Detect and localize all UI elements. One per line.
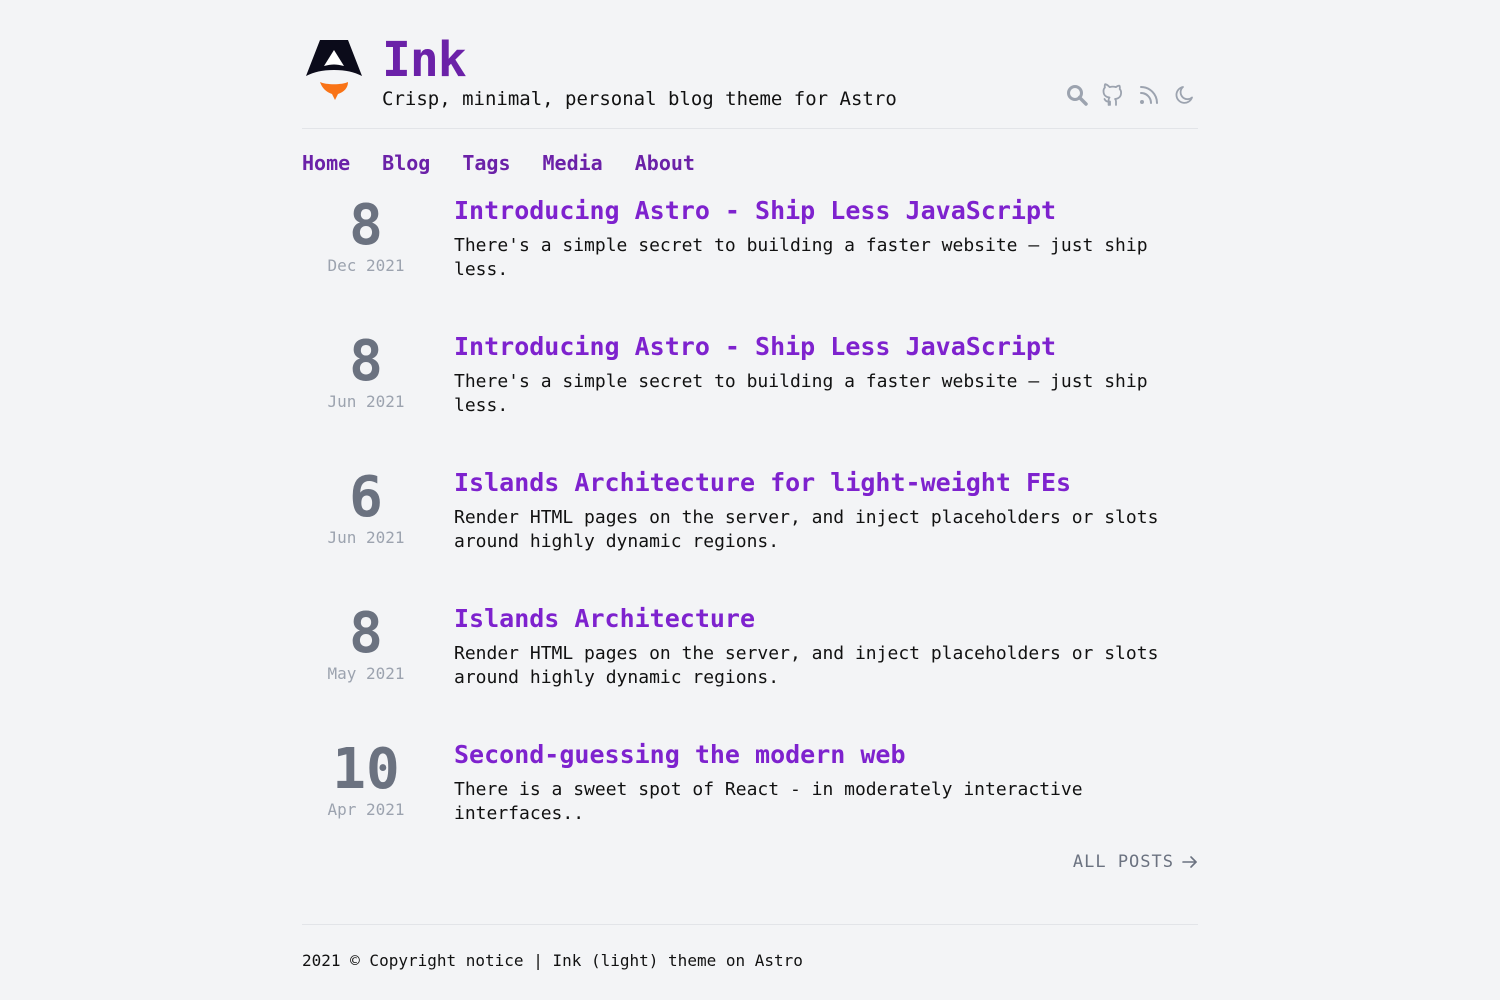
post-date: 6 Jun 2021 <box>302 465 430 548</box>
nav-item-media[interactable]: Media <box>543 149 603 177</box>
nav-links: Home Blog Tags Media About <box>302 149 695 177</box>
post-day: 8 <box>349 601 383 666</box>
post-day: 8 <box>349 193 383 258</box>
post-title-link[interactable]: Second-guessing the modern web <box>454 740 1174 770</box>
post-body: Islands Architecture for light-weight FE… <box>454 468 1174 554</box>
post-body: Second-guessing the modern web There is … <box>454 740 1174 826</box>
site-tagline: Crisp, minimal, personal blog theme for … <box>382 88 897 110</box>
post-day: 8 <box>349 329 383 394</box>
post-month-year: Jun 2021 <box>327 528 405 547</box>
post-item: 8 May 2021 Islands Architecture Render H… <box>302 601 1198 743</box>
post-list: 8 Dec 2021 Introducing Astro - Ship Less… <box>302 193 1198 879</box>
post-title-link[interactable]: Islands Architecture for light-weight FE… <box>454 468 1174 498</box>
nav-item-about[interactable]: About <box>635 149 695 177</box>
site-header: Ink Crisp, minimal, personal blog theme … <box>302 0 1198 129</box>
post-description: Render HTML pages on the server, and inj… <box>454 507 1159 552</box>
main-nav: Home Blog Tags Media About <box>302 129 1198 199</box>
rss-icon[interactable] <box>1136 82 1162 108</box>
post-day: 6 <box>349 465 383 530</box>
all-posts-link[interactable]: ALL POSTS <box>1073 852 1198 872</box>
post-date: 8 Dec 2021 <box>302 193 430 276</box>
post-date: 10 Apr 2021 <box>302 737 430 820</box>
post-body: Introducing Astro - Ship Less JavaScript… <box>454 196 1174 282</box>
arrow-right-icon <box>1182 856 1197 868</box>
post-day: 10 <box>332 737 400 802</box>
post-month-year: May 2021 <box>327 664 405 683</box>
post-item: 10 Apr 2021 Second-guessing the modern w… <box>302 737 1198 879</box>
github-icon[interactable] <box>1100 82 1126 108</box>
moon-icon[interactable] <box>1172 82 1198 108</box>
nav-item-tags[interactable]: Tags <box>462 149 510 177</box>
post-description: There is a sweet spot of React - in mode… <box>454 779 1083 824</box>
site-title[interactable]: Ink <box>382 30 467 90</box>
search-icon[interactable] <box>1064 82 1090 108</box>
post-body: Introducing Astro - Ship Less JavaScript… <box>454 332 1174 418</box>
post-month-year: Dec 2021 <box>327 256 405 275</box>
post-body: Islands Architecture Render HTML pages o… <box>454 604 1174 690</box>
post-description: There's a simple secret to building a fa… <box>454 235 1148 280</box>
post-item: 6 Jun 2021 Islands Architecture for ligh… <box>302 465 1198 607</box>
site-footer: 2021 © Copyright notice | Ink (light) th… <box>302 924 1198 970</box>
post-description: There's a simple secret to building a fa… <box>454 371 1148 416</box>
all-posts-label: ALL POSTS <box>1072 852 1174 872</box>
nav-item-blog[interactable]: Blog <box>382 149 430 177</box>
header-icons <box>1064 82 1198 108</box>
footer-text: 2021 © Copyright notice | Ink (light) th… <box>302 951 803 970</box>
post-date: 8 May 2021 <box>302 601 430 684</box>
astro-logo-icon[interactable] <box>304 36 364 102</box>
post-date: 8 Jun 2021 <box>302 329 430 412</box>
post-item: 8 Jun 2021 Introducing Astro - Ship Less… <box>302 329 1198 471</box>
post-description: Render HTML pages on the server, and inj… <box>454 643 1159 688</box>
post-month-year: Apr 2021 <box>327 800 405 819</box>
post-title-link[interactable]: Islands Architecture <box>454 604 1174 634</box>
page-container: Ink Crisp, minimal, personal blog theme … <box>302 0 1198 970</box>
post-item: 8 Dec 2021 Introducing Astro - Ship Less… <box>302 193 1198 335</box>
nav-item-home[interactable]: Home <box>302 149 350 177</box>
post-title-link[interactable]: Introducing Astro - Ship Less JavaScript <box>454 332 1174 362</box>
post-month-year: Jun 2021 <box>327 392 405 411</box>
post-title-link[interactable]: Introducing Astro - Ship Less JavaScript <box>454 196 1174 226</box>
